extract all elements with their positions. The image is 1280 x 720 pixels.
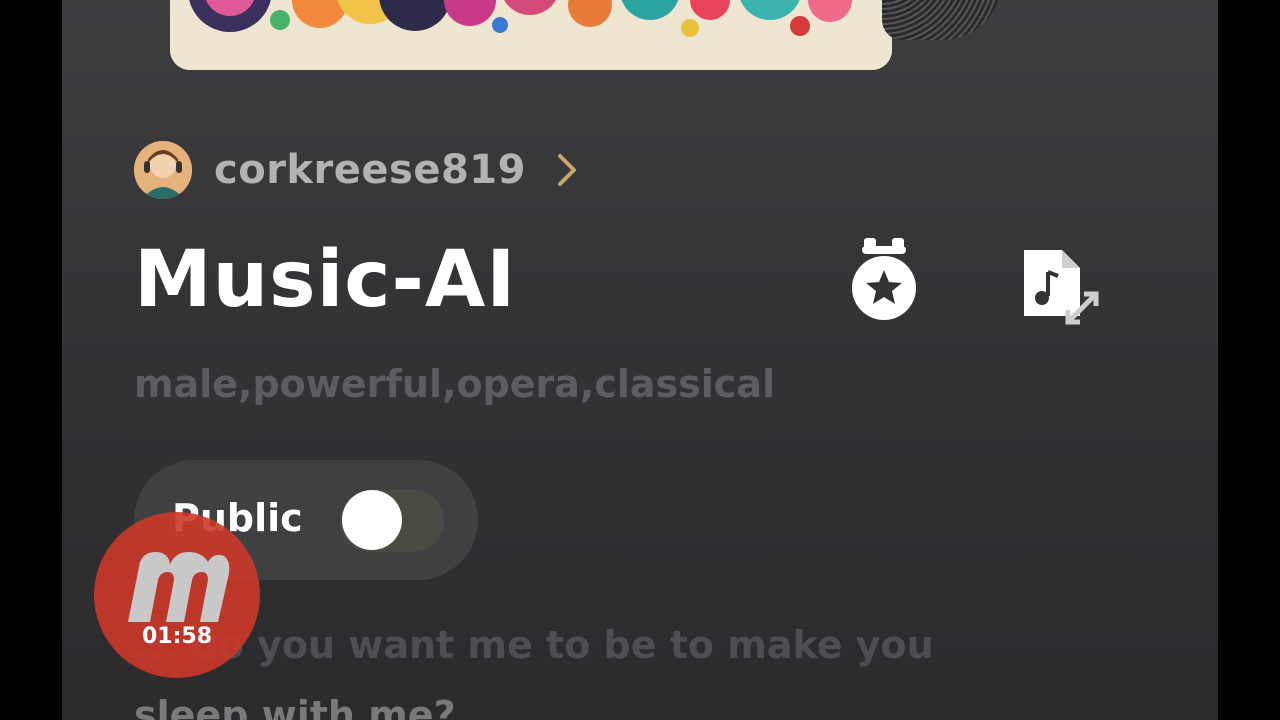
author-row[interactable]: corkreese819 <box>134 140 582 200</box>
lyrics: ... do you want me to be to make you sle… <box>134 610 1064 720</box>
audio-file-expand-icon[interactable] <box>1018 246 1102 326</box>
lyrics-line: ... do you want me to be to make you <box>134 623 934 667</box>
chevron-right-icon[interactable] <box>554 150 582 190</box>
public-toggle-switch[interactable] <box>340 490 444 552</box>
song-tags: male,powerful,opera,classical <box>134 362 775 406</box>
vinyl-record-decoration <box>882 0 1002 40</box>
recording-timer: 01:58 <box>141 624 213 649</box>
screen-recorder-badge[interactable]: 01:58 <box>94 512 260 678</box>
song-title: Music-AI <box>134 235 517 325</box>
avatar[interactable] <box>134 141 192 199</box>
lyrics-line: sleep with me? <box>134 693 456 720</box>
m-logo-icon <box>128 552 230 622</box>
author-username[interactable]: corkreese819 <box>214 147 526 193</box>
toggle-knob <box>342 490 402 550</box>
medal-star-icon[interactable] <box>848 236 920 326</box>
cover-art[interactable] <box>170 0 892 70</box>
